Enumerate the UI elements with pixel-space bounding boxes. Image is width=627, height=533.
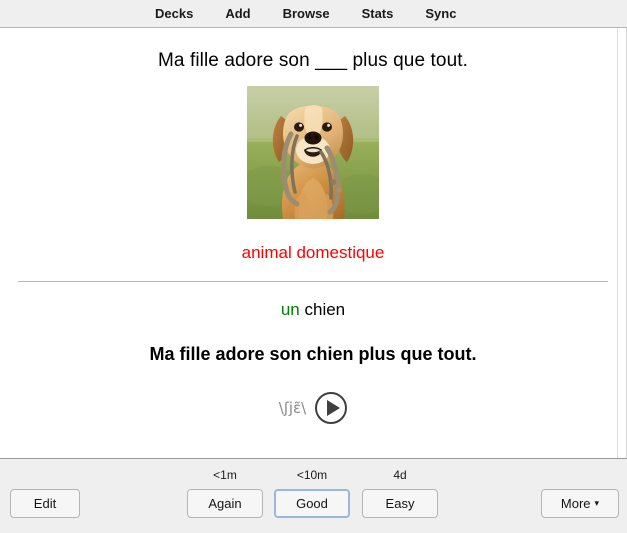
play-icon[interactable] xyxy=(315,392,348,424)
ipa-transcription: \ʃjɛ̃\ xyxy=(278,399,307,417)
answer-buttons-bar: Edit <1m Again <10m Good 4d Easy More ▾ xyxy=(0,458,627,533)
interval-label-again: <1m xyxy=(213,468,237,482)
chevron-down-icon: ▾ xyxy=(594,498,600,508)
toolbar-item-browse[interactable]: Browse xyxy=(283,0,330,27)
dog-photo xyxy=(247,86,379,219)
interval-label-easy: 4d xyxy=(393,468,407,482)
hint-text: animal domestique xyxy=(241,243,385,262)
card-image-container xyxy=(18,86,608,219)
question-text: Ma fille adore son ___ plus que tout. xyxy=(157,50,468,71)
easy-button[interactable]: Easy xyxy=(362,489,438,518)
toolbar-item-sync[interactable]: Sync xyxy=(425,0,456,27)
audio-row: \ʃjɛ̃\ xyxy=(18,392,608,424)
answer-text: un chien xyxy=(18,299,608,321)
more-button[interactable]: More ▾ xyxy=(541,489,619,518)
answer-divider xyxy=(18,281,608,283)
card-content-area: Ma fille adore son ___ plus que tout. an… xyxy=(0,28,627,458)
play-triangle xyxy=(326,400,340,416)
answer-article: un xyxy=(280,300,300,319)
toolbar-item-add[interactable]: Add xyxy=(225,0,250,27)
good-button[interactable]: Good xyxy=(274,489,350,518)
toolbar-item-stats[interactable]: Stats xyxy=(362,0,394,27)
again-button[interactable]: Again xyxy=(187,489,263,518)
edit-button[interactable]: Edit xyxy=(10,489,80,518)
card-inner: Ma fille adore son ___ plus que tout. an… xyxy=(0,48,626,424)
more-button-label: More xyxy=(560,496,591,511)
toolbar-item-decks[interactable]: Decks xyxy=(155,0,193,27)
vertical-scrollbar[interactable] xyxy=(617,28,626,458)
interval-label-good: <10m xyxy=(296,468,328,482)
main-toolbar: Decks Add Browse Stats Sync xyxy=(0,0,627,28)
answer-word: chien xyxy=(304,300,346,319)
full-sentence-text: Ma fille adore son chien plus que tout. xyxy=(149,344,477,364)
anki-reviewer-window: Decks Add Browse Stats Sync Ma fille ado… xyxy=(0,0,627,533)
